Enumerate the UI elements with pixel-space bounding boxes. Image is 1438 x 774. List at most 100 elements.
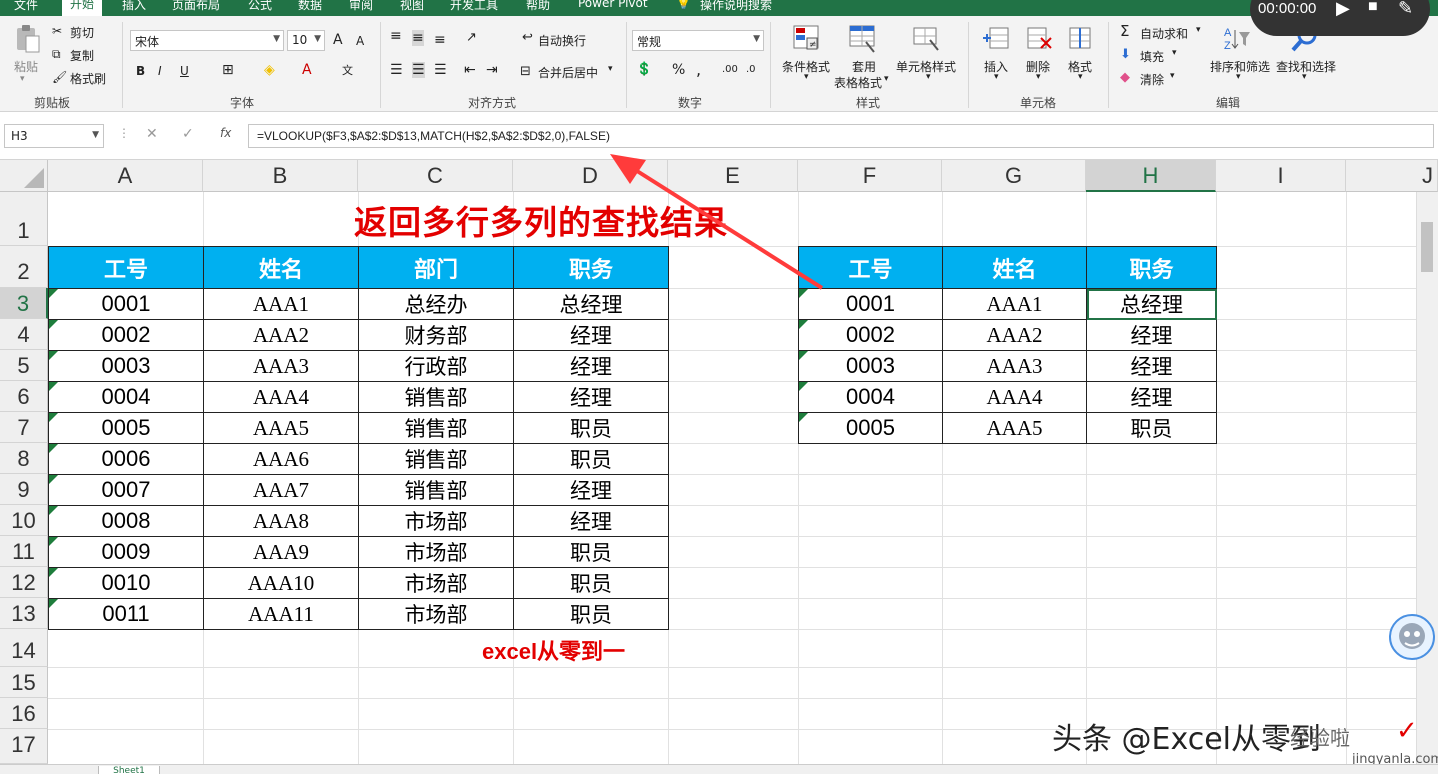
name-box[interactable]: H3 ▼ (4, 124, 104, 148)
row-header-2[interactable]: 2 (0, 246, 48, 288)
currency-icon[interactable]: 💲 (636, 62, 652, 77)
fill-icon[interactable]: ⬇ (1120, 47, 1131, 62)
wrap-text-icon[interactable]: ↩ (522, 30, 533, 45)
tab-formulas[interactable]: 公式 (248, 0, 272, 13)
sheet-tab[interactable]: Sheet1 (98, 766, 160, 774)
left-cell[interactable]: 经理 (513, 381, 669, 413)
font-size-select[interactable]: 10 ▼ (287, 30, 325, 51)
increase-decimal-icon[interactable]: .00 (722, 64, 738, 75)
merge-center-icon[interactable]: ⊟ (520, 64, 531, 79)
eraser-icon[interactable]: ◆ (1120, 70, 1130, 85)
right-cell[interactable]: AAA2 (942, 319, 1087, 351)
copy-button[interactable]: 复制 (70, 47, 94, 64)
error-indicator-icon[interactable] (49, 413, 58, 422)
left-cell[interactable]: 0003 (48, 350, 204, 382)
right-cell[interactable]: 0003 (798, 350, 943, 382)
tab-insert[interactable]: 插入 (122, 0, 146, 13)
chevron-down-icon[interactable]: ▾ (1170, 71, 1175, 81)
left-header-cell[interactable]: 姓名 (203, 246, 359, 289)
error-indicator-icon[interactable] (799, 351, 808, 360)
tab-review[interactable]: 审阅 (349, 0, 373, 13)
left-cell[interactable]: 0001 (48, 288, 204, 320)
left-cell[interactable]: AAA2 (203, 319, 359, 351)
row-header-9[interactable]: 9 (0, 474, 48, 505)
right-cell[interactable]: 职员 (1086, 412, 1217, 444)
align-top-icon[interactable]: ≡ (390, 28, 402, 44)
left-cell[interactable]: 0005 (48, 412, 204, 444)
left-cell[interactable]: 0010 (48, 567, 204, 599)
enter-icon[interactable]: ✓ (182, 126, 194, 142)
wrap-text-button[interactable]: 自动换行 (538, 32, 586, 49)
right-header-cell[interactable]: 职务 (1086, 246, 1217, 289)
align-right-icon[interactable]: ☰ (434, 62, 447, 78)
left-cell[interactable]: 0004 (48, 381, 204, 413)
row-header-7[interactable]: 7 (0, 412, 48, 443)
left-cell[interactable]: 行政部 (358, 350, 514, 382)
format-painter-button[interactable]: 格式刷 (70, 70, 106, 87)
format-as-table-icon[interactable] (848, 24, 878, 54)
chevron-down-icon[interactable]: ▾ (926, 72, 931, 82)
copy-icon[interactable]: ⧉ (52, 47, 61, 62)
border-icon[interactable]: ⊞ (222, 62, 234, 78)
left-cell[interactable]: AAA9 (203, 536, 359, 568)
error-indicator-icon[interactable] (49, 568, 58, 577)
right-cell[interactable]: 0005 (798, 412, 943, 444)
paste-label[interactable]: 粘贴 (14, 58, 38, 75)
row-header-14[interactable]: 14 (0, 629, 48, 667)
right-cell[interactable]: AAA5 (942, 412, 1087, 444)
autosum-icon[interactable]: Σ (1120, 22, 1129, 40)
right-header-cell[interactable]: 姓名 (942, 246, 1087, 289)
column-header-j[interactable]: J (1346, 160, 1438, 192)
chevron-down-icon[interactable]: ▾ (1078, 72, 1083, 82)
chevron-down-icon[interactable]: ▾ (608, 64, 613, 74)
italic-button[interactable]: I (158, 64, 162, 78)
scroll-thumb[interactable] (1421, 222, 1433, 272)
error-indicator-icon[interactable] (49, 351, 58, 360)
tab-view[interactable]: 视图 (400, 0, 424, 13)
chevron-down-icon[interactable]: ▾ (884, 74, 889, 84)
column-header-i[interactable]: I (1216, 160, 1346, 192)
grow-font-button[interactable]: A (333, 32, 343, 48)
chevron-down-icon[interactable]: ▼ (92, 130, 99, 140)
right-cell[interactable]: AAA4 (942, 381, 1087, 413)
cut-button[interactable]: 剪切 (70, 24, 94, 41)
left-cell[interactable]: 销售部 (358, 474, 514, 506)
left-cell[interactable]: 0011 (48, 598, 204, 630)
paste-icon[interactable] (12, 24, 42, 54)
tab-home[interactable]: 开始 (62, 0, 103, 16)
chevron-down-icon[interactable]: ▾ (1196, 25, 1201, 35)
align-center-icon[interactable]: ☰ (412, 62, 425, 78)
left-cell[interactable]: 0006 (48, 443, 204, 475)
align-middle-icon[interactable]: ≡ (412, 30, 424, 46)
row-header-17[interactable]: 17 (0, 729, 48, 764)
fill-color-icon[interactable]: ◈ (264, 62, 275, 78)
row-header-13[interactable]: 13 (0, 598, 48, 629)
row-header-11[interactable]: 11 (0, 536, 48, 567)
error-indicator-icon[interactable] (799, 382, 808, 391)
error-indicator-icon[interactable] (49, 475, 58, 484)
cell-styles-icon[interactable] (912, 24, 942, 54)
error-indicator-icon[interactable] (49, 444, 58, 453)
right-cell[interactable]: AAA1 (942, 288, 1087, 320)
left-cell[interactable]: AAA3 (203, 350, 359, 382)
tab-page-layout[interactable]: 页面布局 (172, 0, 220, 13)
percent-button[interactable]: % (672, 62, 685, 78)
increase-indent-icon[interactable]: ⇥ (486, 62, 498, 78)
tab-help[interactable]: 帮助 (526, 0, 550, 13)
left-cell[interactable]: AAA4 (203, 381, 359, 413)
comma-button[interactable]: , (696, 60, 701, 79)
select-all-button[interactable] (0, 160, 48, 192)
right-cell[interactable]: 经理 (1086, 381, 1217, 413)
left-cell[interactable]: 财务部 (358, 319, 514, 351)
play-icon[interactable]: ▶ (1336, 0, 1350, 19)
error-indicator-icon[interactable] (49, 599, 58, 608)
number-format-select[interactable]: 常规 ▼ (632, 30, 764, 51)
error-indicator-icon[interactable] (49, 320, 58, 329)
left-cell[interactable]: AAA6 (203, 443, 359, 475)
format-as-table-button[interactable]: 表格格式 (834, 74, 882, 91)
active-cell[interactable]: 总经理 (1086, 288, 1217, 320)
left-cell[interactable]: 经理 (513, 505, 669, 537)
column-header-a[interactable]: A (48, 160, 203, 192)
chevron-down-icon[interactable]: ▾ (1302, 72, 1307, 82)
align-bottom-icon[interactable]: ≡ (434, 32, 446, 48)
